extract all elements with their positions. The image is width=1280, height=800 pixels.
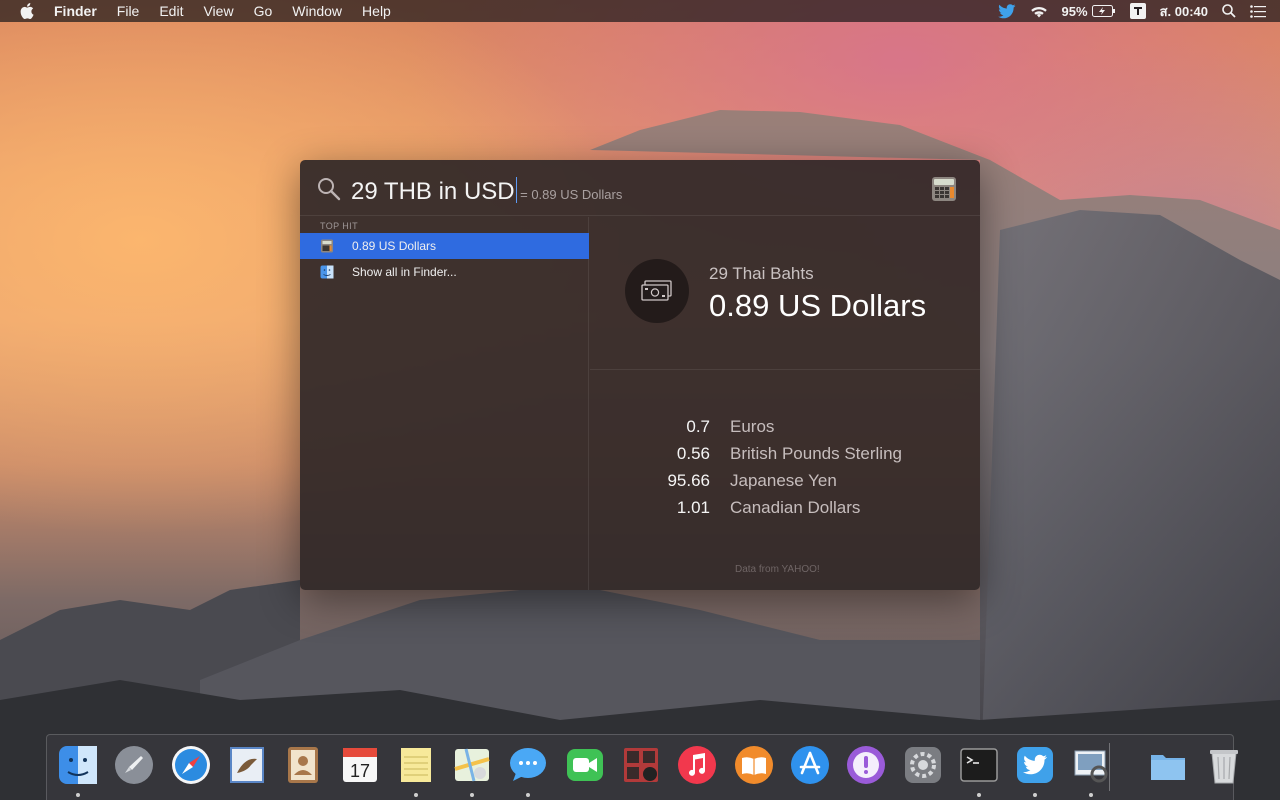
conversion-row: 0.56 British Pounds Sterling [590, 444, 980, 471]
dock-maps-icon[interactable] [449, 742, 495, 788]
dock-notes-icon[interactable] [393, 742, 439, 788]
battery-percent[interactable]: 95% [1062, 4, 1088, 19]
conversion-source-amount: 29 Thai Bahts [709, 264, 814, 283]
menu-go[interactable]: Go [254, 0, 273, 22]
spotlight-query-field[interactable]: 29 THB in USD = 0.89 US Dollars [351, 173, 622, 206]
conversion-value: 0.56 [676, 444, 710, 463]
dock-podcasts-icon[interactable] [843, 742, 889, 788]
dock-terminal-icon[interactable] [956, 742, 1002, 788]
section-label-top-hit: TOP HIT [320, 221, 358, 231]
banknote-icon [625, 259, 689, 323]
conversion-row: 95.66 Japanese Yen [590, 471, 980, 498]
result-label: Show all in Finder... [352, 265, 457, 279]
dock-finder-icon[interactable] [55, 742, 101, 788]
dock-app-store-icon[interactable] [787, 742, 833, 788]
finder-icon [320, 265, 334, 279]
battery-icon[interactable] [1091, 5, 1116, 17]
calculator-icon [321, 239, 333, 253]
menu-bar: Finder File Edit View Go Window Help 95%… [0, 0, 1280, 22]
conversion-value: 95.66 [667, 471, 710, 490]
dock-running-indicator [976, 793, 981, 797]
conversion-unit: Euros [730, 417, 775, 436]
svg-text:17: 17 [349, 761, 369, 781]
dock-facetime-icon[interactable] [562, 742, 608, 788]
wifi-icon[interactable] [1030, 4, 1048, 18]
text-caret [515, 177, 518, 203]
spotlight-window: 29 THB in USD = 0.89 US Dollars TOP HIT 0… [300, 160, 980, 590]
conversion-unit: Canadian Dollars [730, 498, 861, 517]
conversion-result: 0.89 US Dollars [709, 288, 927, 323]
dock-applications-folder-icon[interactable] [1145, 742, 1191, 788]
search-icon [318, 178, 341, 201]
dock-preview-icon[interactable] [1068, 742, 1114, 788]
spotlight-preview-pane: 29 Thai Bahts 0.89 US Dollars 0.7 Euros … [590, 217, 980, 590]
query-text: 29 THB in USD [351, 178, 515, 205]
data-source-credit: Data from YAHOO! [735, 564, 820, 575]
dock-contacts-icon[interactable] [280, 742, 326, 788]
result-show-all-in-finder[interactable]: Show all in Finder... [300, 259, 589, 285]
menu-clock[interactable]: ส. 00:40 [1160, 1, 1208, 22]
menu-help[interactable]: Help [362, 0, 391, 22]
menu-window[interactable]: Window [292, 0, 342, 22]
input-source-icon[interactable] [1129, 3, 1146, 19]
dock-safari-icon[interactable] [168, 742, 214, 788]
conversion-unit: British Pounds Sterling [730, 444, 902, 463]
spotlight-search-bar[interactable]: 29 THB in USD = 0.89 US Dollars [300, 160, 980, 216]
dock-running-indicator [413, 793, 418, 797]
dock-running-indicator [76, 793, 80, 797]
dock: 17 [46, 734, 1238, 800]
conversion-row: 1.01 Canadian Dollars [590, 498, 980, 525]
dock-system-preferences-icon[interactable] [900, 742, 946, 788]
spotlight-results-list: TOP HIT 0.89 US Dollars Show all in Find… [300, 217, 589, 590]
conversion-unit: Japanese Yen [730, 471, 837, 490]
dock-twitter-icon[interactable] [1012, 742, 1058, 788]
dock-messages-icon[interactable] [505, 742, 551, 788]
dock-launchpad-icon[interactable] [111, 742, 157, 788]
menu-app-name[interactable]: Finder [54, 0, 97, 22]
twitter-status-icon[interactable] [997, 3, 1016, 19]
dock-photo-booth-icon[interactable] [618, 742, 664, 788]
conversion-row: 0.7 Euros [590, 417, 980, 444]
menu-file[interactable]: File [117, 0, 140, 22]
dock-running-indicator [1033, 793, 1038, 797]
result-label: 0.89 US Dollars [352, 239, 437, 253]
apple-menu-icon[interactable] [18, 2, 36, 20]
dock-calendar-icon[interactable]: 17 [337, 742, 383, 788]
dock-running-indicator [526, 793, 531, 797]
calculator-icon [932, 177, 956, 201]
dock-running-indicator [1089, 793, 1094, 797]
dock-mail-icon[interactable] [224, 742, 270, 788]
notification-center-icon[interactable] [1250, 4, 1266, 18]
conversion-value: 1.01 [676, 498, 710, 517]
dock-running-indicator [470, 793, 475, 797]
menu-view[interactable]: View [203, 0, 233, 22]
query-inline-hint: = 0.89 US Dollars [520, 187, 623, 202]
dock-itunes-icon[interactable] [674, 742, 720, 788]
preview-divider [590, 369, 980, 370]
spotlight-search-icon[interactable] [1222, 4, 1236, 18]
dock-trash-icon[interactable] [1201, 742, 1247, 788]
menu-edit[interactable]: Edit [159, 0, 183, 22]
conversion-value: 0.7 [686, 417, 710, 436]
dock-ibooks-icon[interactable] [731, 742, 777, 788]
result-currency-conversion[interactable]: 0.89 US Dollars [300, 233, 589, 259]
